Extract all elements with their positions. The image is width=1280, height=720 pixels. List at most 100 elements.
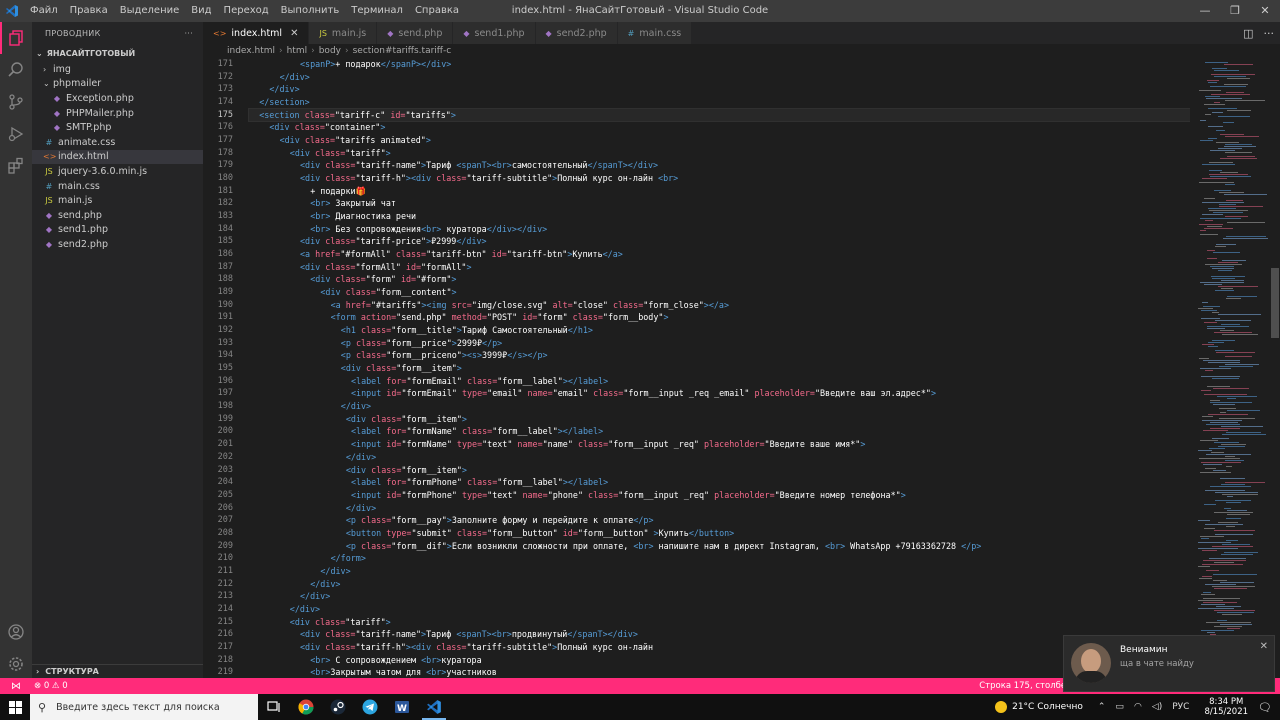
close-icon[interactable]: ✕ xyxy=(290,28,298,39)
tab-main-css[interactable]: # main.css xyxy=(617,22,693,44)
code-line[interactable]: <br> С сопровождением <br>куратора xyxy=(249,654,1190,667)
code-line[interactable]: <form action="send.php" method="POST" id… xyxy=(249,311,1190,324)
taskbar-search[interactable]: ⚲ Введите здесь текст для поиска xyxy=(30,694,258,720)
minimize-icon[interactable]: — xyxy=(1190,0,1220,22)
explorer-icon[interactable] xyxy=(0,22,32,54)
file-item[interactable]: ◆ Exception.php xyxy=(32,91,203,106)
account-icon[interactable] xyxy=(0,616,32,648)
file-item[interactable]: # animate.css xyxy=(32,135,203,150)
code-line[interactable]: <div class="tariff-name">Тариф <spanT><b… xyxy=(249,628,1190,641)
steam-icon[interactable] xyxy=(322,694,354,720)
code-line[interactable]: <div class="form__item"> xyxy=(249,362,1190,375)
code-line[interactable]: <label for="formEmail" class="form__labe… xyxy=(249,375,1190,388)
code-line[interactable]: <p class="form__dif">Если возникли сложн… xyxy=(249,540,1190,553)
code-line[interactable]: <div class="form__content"> xyxy=(249,286,1190,299)
code-line[interactable]: + подарки🎁 xyxy=(249,185,1190,198)
breadcrumb-item[interactable]: html xyxy=(287,46,308,56)
start-button[interactable] xyxy=(0,694,30,720)
code-line[interactable]: <h1 class="form__title">Тариф Самостояте… xyxy=(249,324,1190,337)
task-view-icon[interactable] xyxy=(258,694,290,720)
code-line[interactable]: <div class="tariff-h"><div class="tariff… xyxy=(249,172,1190,185)
code-line[interactable]: <p class="form__price">2999₽</p> xyxy=(249,337,1190,350)
more-actions-icon[interactable]: ··· xyxy=(1264,27,1275,40)
file-item[interactable]: ◆ send1.php xyxy=(32,223,203,238)
code-line[interactable]: </div> xyxy=(249,83,1190,96)
menu-item[interactable]: Правка xyxy=(64,0,114,22)
volume-icon[interactable]: ◁) xyxy=(1152,702,1162,712)
code-line[interactable]: <div class="formAll" id="formAll"> xyxy=(249,261,1190,274)
code-line[interactable]: <div class="form__item"> xyxy=(249,413,1190,426)
code-line[interactable]: <div class="form" id="#form"> xyxy=(249,273,1190,286)
code-line[interactable]: <section class="tariff-c" id="tariffs"> xyxy=(248,107,1190,123)
action-center-icon[interactable]: 🗨 xyxy=(1258,701,1272,714)
menu-item[interactable]: Справка xyxy=(409,0,465,22)
code-line[interactable]: <label for="formPhone" class="form__labe… xyxy=(249,476,1190,489)
scrollbar-thumb[interactable] xyxy=(1271,268,1279,338)
file-item[interactable]: JS main.js xyxy=(32,193,203,208)
code-line[interactable]: <div class="tariff-h"><div class="tariff… xyxy=(249,641,1190,654)
settings-gear-icon[interactable] xyxy=(0,648,32,680)
file-item[interactable]: ◆ send.php xyxy=(32,208,203,223)
code-line[interactable]: <br> Без сопровождения<br> куратора</div… xyxy=(249,223,1190,236)
code-line[interactable]: <spanP>+ подарок</spanP></div> xyxy=(249,58,1190,71)
code-line[interactable]: <div class="container"> xyxy=(249,121,1190,134)
chrome-icon[interactable] xyxy=(290,694,322,720)
outline-section[interactable]: › СТРУКТУРА xyxy=(32,664,203,678)
code-line[interactable]: <input id="formPhone" type="text" name="… xyxy=(249,489,1190,502)
code-line[interactable]: <label for="formName" class="form__label… xyxy=(249,425,1190,438)
code-line[interactable]: </form> xyxy=(249,552,1190,565)
tab-send1-php[interactable]: ◆ send1.php xyxy=(453,22,536,44)
code-line[interactable]: <div class="tariff"> xyxy=(249,616,1190,629)
code-line[interactable]: </div> xyxy=(249,71,1190,84)
remote-icon[interactable]: ⋈ xyxy=(0,681,32,692)
code-line[interactable]: <br> Закрытый чат xyxy=(249,197,1190,210)
breadcrumb-item[interactable]: section#tariffs.tariff-c xyxy=(353,46,452,56)
weather-widget[interactable]: 21°C Солнечно xyxy=(995,701,1083,713)
file-item[interactable]: JS jquery-3.6.0.min.js xyxy=(32,164,203,179)
code-line[interactable]: </div> xyxy=(249,578,1190,591)
source-control-icon[interactable] xyxy=(0,86,32,118)
close-icon[interactable]: ✕ xyxy=(1260,641,1268,652)
tab-send-php[interactable]: ◆ send.php xyxy=(377,22,454,44)
code-line[interactable]: <input id="formName" type="text" name="n… xyxy=(249,438,1190,451)
vscode-taskbar-icon[interactable] xyxy=(418,694,450,720)
telegram-icon[interactable] xyxy=(354,694,386,720)
run-debug-icon[interactable] xyxy=(0,118,32,150)
tab-main-js[interactable]: JS main.js xyxy=(309,22,378,44)
code-line[interactable]: <a href="#formAll" class="tariff-btn" id… xyxy=(249,248,1190,261)
breadcrumb-item[interactable]: body xyxy=(319,46,341,56)
code-line[interactable]: <p class="form__pay">Заполните форму и п… xyxy=(249,514,1190,527)
code-line[interactable]: </div> xyxy=(249,565,1190,578)
code-line[interactable]: </div> xyxy=(249,451,1190,464)
editor-scrollbar[interactable] xyxy=(1270,58,1280,678)
code-line[interactable]: <div class="tariffs animated"> xyxy=(249,134,1190,147)
wifi-icon[interactable]: ◠ xyxy=(1134,702,1142,712)
extensions-icon[interactable] xyxy=(0,150,32,182)
code-line[interactable]: <div class="tariff-name">Тариф <spanT><b… xyxy=(249,159,1190,172)
search-icon[interactable] xyxy=(0,54,32,86)
code-line[interactable]: <div class="tariff-price">₽2999</div> xyxy=(249,235,1190,248)
tab-index-html[interactable]: <> index.html ✕ xyxy=(203,22,310,44)
code-line[interactable]: <a href="#tariffs"><img src="img/close.s… xyxy=(249,299,1190,312)
code-line[interactable]: <button type="submit" class="form__butto… xyxy=(249,527,1190,540)
code-line[interactable]: <input id="formEmail" type="email" name=… xyxy=(249,387,1190,400)
maximize-icon[interactable]: ❐ xyxy=(1220,0,1250,22)
file-item[interactable]: ◆ SMTP.php xyxy=(32,120,203,135)
code-line[interactable]: <p class="form__priceno"><s>3999₽</s></p… xyxy=(249,349,1190,362)
file-item[interactable]: ◆ PHPMailer.php xyxy=(32,106,203,121)
code-editor[interactable]: 171 172 173 174 175 176 177 178 179 180 181 182 183 1… xyxy=(203,58,1190,678)
menu-item[interactable]: Терминал xyxy=(345,0,409,22)
folder-item[interactable]: ⌄ phpmailer xyxy=(32,77,203,92)
menu-item[interactable]: Выполнить xyxy=(275,0,346,22)
menu-item[interactable]: Вид xyxy=(185,0,217,22)
minimap[interactable] xyxy=(1190,58,1270,678)
tab-send2-php[interactable]: ◆ send2.php xyxy=(535,22,618,44)
file-item[interactable]: ◆ send2.php xyxy=(32,237,203,252)
code-line[interactable]: </div> xyxy=(249,590,1190,603)
code-line[interactable]: </div> xyxy=(249,400,1190,413)
file-item[interactable]: <> index.html xyxy=(32,149,203,165)
close-icon[interactable]: ✕ xyxy=(1250,0,1280,22)
split-editor-icon[interactable]: ◫ xyxy=(1243,27,1253,40)
language-indicator[interactable]: РУС xyxy=(1172,702,1189,712)
file-item[interactable]: # main.css xyxy=(32,179,203,194)
